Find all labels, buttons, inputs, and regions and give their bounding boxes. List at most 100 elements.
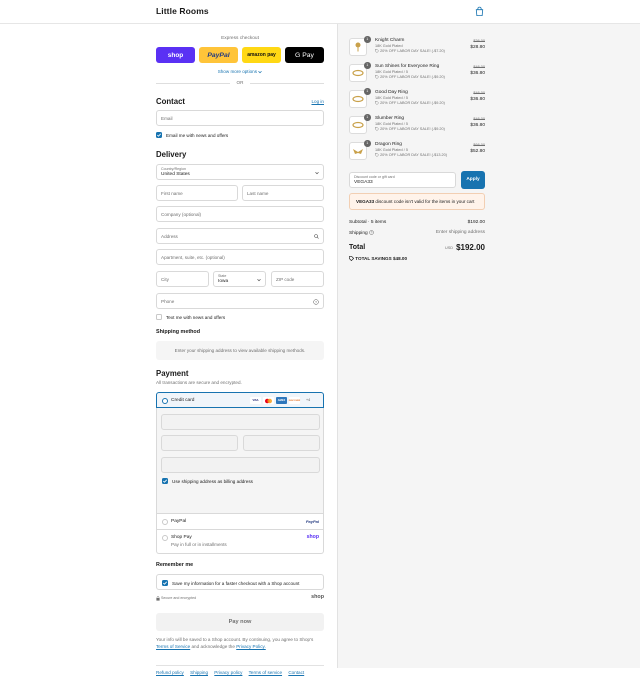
help-icon[interactable]: ?	[369, 230, 374, 235]
visa-logo: VISA	[250, 397, 261, 404]
lock-icon	[156, 596, 160, 601]
secure-label: Secure and encrypted	[161, 596, 197, 600]
security-code-field[interactable]	[243, 435, 320, 451]
email-news-checkbox[interactable]	[156, 132, 162, 138]
phone-field[interactable]: Phone ?	[156, 293, 324, 309]
name-on-card-field[interactable]	[161, 457, 320, 473]
shop-pay-button[interactable]: shop	[156, 47, 195, 63]
paypal-option[interactable]: PayPal PayPal	[156, 514, 324, 530]
or-label: OR	[236, 80, 244, 85]
express-checkout-title: Express checkout	[221, 36, 259, 41]
original-price: $46.00	[473, 65, 485, 69]
billing-address-label: Use shipping address as billing address	[172, 478, 253, 484]
paypal-button[interactable]: PayPal	[199, 47, 238, 63]
save-info-checkbox[interactable]	[162, 580, 168, 586]
paypal-radio[interactable]	[162, 518, 168, 525]
tag-icon	[349, 256, 355, 262]
chevron-down-icon	[258, 70, 263, 73]
credit-card-option[interactable]: Credit card VISA AMEX DISCOVER +4	[156, 392, 324, 408]
show-more-label: Show more options	[217, 69, 258, 74]
tag-icon	[375, 153, 379, 157]
subtotal-label: Subtotal · 5 items	[349, 220, 387, 225]
mastercard-icon	[265, 398, 272, 403]
item-price: $52.80	[470, 148, 485, 154]
zip-field[interactable]: ZIP code	[271, 271, 324, 287]
footer-divider	[156, 665, 324, 666]
total-savings: TOTAL SAVINGS $48.00	[349, 256, 407, 262]
refund-policy-link[interactable]: Refund policy	[156, 670, 184, 675]
line-item: 1 Good Day Ring 18K Gold Plated / 5 20% …	[349, 88, 485, 110]
expiration-field[interactable]	[161, 435, 238, 451]
discount-label: Discount code or gift card	[354, 175, 395, 179]
help-icon[interactable]: ?	[313, 299, 319, 305]
privacy-policy-link[interactable]: Privacy policy	[214, 670, 242, 675]
shop-logo: shop	[306, 534, 319, 540]
apartment-field[interactable]: Apartment, suite, etc. (optional)	[156, 249, 324, 265]
legal-line: Your info will be saved to a Shop accoun…	[156, 637, 314, 642]
apartment-placeholder: Apartment, suite, etc. (optional)	[161, 255, 225, 260]
city-placeholder: City	[161, 277, 169, 282]
item-variant: 18K Gold Plated / 5	[375, 122, 408, 126]
state-select[interactable]: State Iowa	[213, 271, 266, 287]
shipping-row: Shipping ? Enter shipping address	[349, 230, 485, 236]
shipping-policy-link[interactable]: Shipping	[190, 670, 208, 675]
discover-logo: DISCOVER	[289, 397, 300, 404]
discount-error-message: VEGA33 discount code isn't valid for the…	[349, 193, 485, 210]
privacy-link[interactable]: Privacy Policy.	[236, 644, 266, 649]
log-in-link[interactable]: Log in	[311, 99, 324, 104]
tag-icon	[375, 49, 379, 53]
phone-placeholder: Phone	[161, 299, 175, 304]
company-field[interactable]: Company (optional)	[156, 206, 324, 222]
pay-now-button[interactable]: Pay now	[156, 613, 324, 631]
svg-text:?: ?	[315, 300, 317, 304]
save-info-label: Save my information for a faster checkou…	[172, 580, 300, 586]
discount-code-field[interactable]: Discount code or gift card VEGA33	[349, 172, 456, 188]
contact-link[interactable]: Contact	[288, 670, 304, 675]
shop-pay-option[interactable]: Shop Pay Pay in full or in installments …	[156, 530, 324, 554]
google-pay-button[interactable]: G Pay	[285, 47, 324, 63]
item-name: Knight Charm	[375, 38, 405, 43]
shop-pay-radio[interactable]	[162, 535, 168, 541]
card-number-field[interactable]	[161, 414, 320, 430]
terms-of-service-link[interactable]: Terms of service	[249, 670, 282, 675]
checkmark-icon	[157, 133, 161, 137]
more-cards-label: +4	[306, 398, 311, 402]
amazon-pay-button[interactable]: amazon pay	[242, 47, 281, 63]
email-field[interactable]: Email	[156, 110, 324, 126]
email-news-label: Email me with news and offers	[166, 132, 229, 138]
country-value: United States	[161, 172, 190, 177]
brand-logo[interactable]: Little Rooms	[156, 6, 209, 16]
shipping-value: Enter shipping address	[435, 230, 485, 235]
item-discount: 20% OFF LABOR DAY SALE! (-$9.20)	[375, 75, 445, 79]
amex-logo: AMEX	[276, 397, 287, 404]
zip-placeholder: ZIP code	[276, 277, 295, 282]
terms-link[interactable]: Terms of Service	[156, 644, 190, 649]
credit-card-radio[interactable]	[162, 397, 168, 404]
shop-pay-label: Shop Pay	[171, 535, 192, 540]
item-name: Slumber Ring	[375, 116, 405, 121]
shop-pay-subtitle: Pay in full or in installments	[171, 542, 227, 547]
original-price: $36.00	[473, 39, 485, 43]
remember-me-box: Save my information for a faster checkou…	[156, 574, 324, 590]
last-name-field[interactable]: Last name	[242, 185, 324, 201]
state-value: Iowa	[218, 279, 229, 284]
address-field[interactable]: Address	[156, 228, 324, 244]
line-item: 1 Sun Shines for Everyone Ring 18K Gold …	[349, 62, 485, 84]
quantity-badge: 1	[364, 88, 371, 95]
city-field[interactable]: City	[156, 271, 209, 287]
country-select[interactable]: Country/Region United States	[156, 164, 324, 180]
legal-text: Your info will be saved to a Shop accoun…	[156, 636, 324, 650]
text-news-checkbox[interactable]	[156, 314, 162, 320]
tag-icon	[375, 127, 379, 131]
shop-logo: shop	[311, 594, 324, 600]
apply-button[interactable]: Apply	[461, 171, 485, 189]
savings-label: TOTAL SAVINGS	[355, 256, 392, 261]
paypal-logo: PayPal	[305, 519, 319, 524]
billing-address-checkbox[interactable]	[162, 478, 168, 484]
first-name-field[interactable]: First name	[156, 185, 238, 201]
checkmark-icon	[163, 479, 167, 483]
first-name-placeholder: First name	[161, 191, 183, 196]
show-more-options-link[interactable]: Show more options	[156, 69, 324, 74]
error-text: discount code isn't valid for the items …	[374, 199, 475, 204]
shopping-bag-icon[interactable]	[474, 6, 485, 17]
